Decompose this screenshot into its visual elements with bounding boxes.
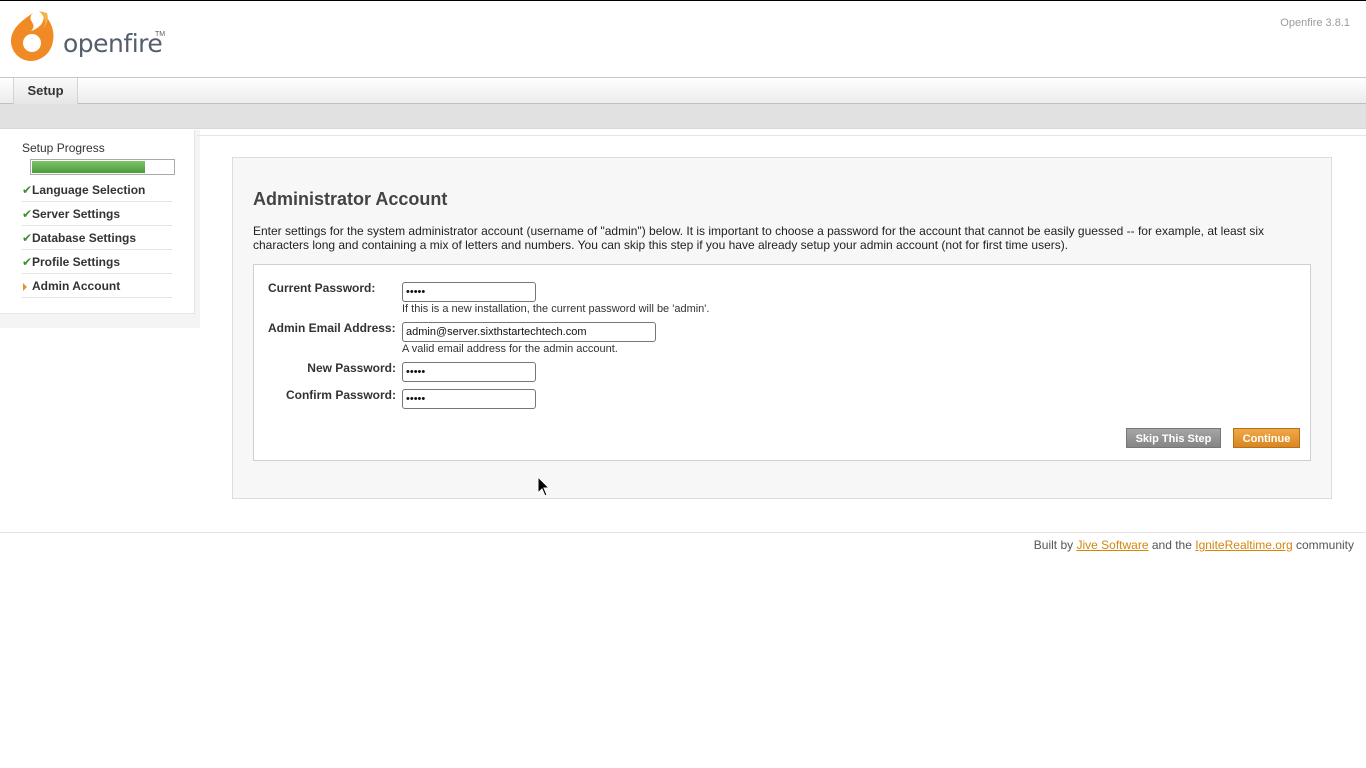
admin-email-label: Admin Email Address: — [268, 321, 396, 335]
logo-trademark: TM — [155, 31, 166, 38]
openfire-logo[interactable]: openfire TM — [9, 9, 169, 63]
checkmark-icon: ✔ — [22, 255, 33, 269]
flame-icon — [11, 11, 54, 61]
checkmark-icon: ✔ — [22, 231, 33, 245]
page-description: Enter settings for the system administra… — [253, 224, 1265, 252]
logo-text: openfire — [63, 29, 163, 58]
footer-suffix: community — [1295, 538, 1354, 552]
sidebar-item-admin-account[interactable]: Admin Account — [22, 274, 172, 298]
current-password-input[interactable] — [402, 282, 536, 302]
footer: Built by Jive Software and the IgniteRea… — [1034, 538, 1354, 552]
sidebar-item-database-settings[interactable]: ✔ Database Settings — [22, 226, 172, 250]
footer-prefix: Built by — [1033, 538, 1074, 552]
admin-account-panel: Administrator Account Enter settings for… — [232, 157, 1332, 499]
progress-fill — [32, 161, 145, 173]
current-step-marker — [22, 274, 32, 298]
continue-button[interactable]: Continue — [1233, 428, 1300, 448]
sidebar: Setup Progress ✔ Language Selection ✔ Se… — [0, 130, 200, 328]
tab-bar: Setup — [0, 77, 1366, 104]
tab-setup[interactable]: Setup — [13, 78, 78, 104]
sidebar-item-label: Server Settings — [32, 207, 121, 221]
new-password-input[interactable] — [402, 362, 536, 382]
header: openfire TM Openfire 3.8.1 — [0, 1, 1366, 77]
content-divider — [197, 135, 1366, 136]
checkmark-icon: ✔ — [22, 183, 33, 197]
setup-progress-panel: Setup Progress ✔ Language Selection ✔ Se… — [0, 130, 195, 314]
admin-email-input[interactable] — [402, 322, 656, 342]
arrow-right-icon — [23, 283, 27, 291]
sidebar-item-language-selection[interactable]: ✔ Language Selection — [22, 178, 172, 202]
mouse-cursor-icon — [537, 476, 551, 497]
skip-step-button[interactable]: Skip This Step — [1126, 428, 1221, 448]
setup-progress-bar — [30, 159, 175, 175]
sidebar-item-label: Language Selection — [32, 183, 146, 197]
sidebar-item-profile-settings[interactable]: ✔ Profile Settings — [22, 250, 172, 274]
sidebar-item-label: Profile Settings — [32, 255, 121, 269]
sub-tab-bar — [0, 104, 1366, 129]
admin-account-form: Current Password: If this is a new insta… — [253, 264, 1311, 461]
admin-email-help: A valid email address for the admin acco… — [402, 343, 618, 355]
sidebar-item-label: Admin Account — [32, 279, 121, 293]
footer-divider — [0, 532, 1366, 533]
sidebar-item-server-settings[interactable]: ✔ Server Settings — [22, 202, 172, 226]
sidebar-item-label: Database Settings — [32, 231, 137, 245]
jive-software-link[interactable]: Jive Software — [1076, 538, 1148, 552]
page-title: Administrator Account — [253, 189, 448, 209]
current-password-help: If this is a new installation, the curre… — [402, 303, 710, 315]
footer-middle: and the — [1151, 538, 1192, 552]
checkmark-icon: ✔ — [22, 207, 33, 221]
confirm-password-label: Confirm Password: — [285, 388, 396, 402]
confirm-password-input[interactable] — [402, 389, 536, 409]
new-password-label: New Password: — [307, 361, 396, 375]
version-label: Openfire 3.8.1 — [1280, 17, 1350, 29]
igniterealtime-link[interactable]: IgniteRealtime.org — [1195, 538, 1292, 552]
setup-steps: ✔ Language Selection ✔ Server Settings ✔… — [22, 178, 172, 298]
current-password-label: Current Password: — [268, 281, 376, 295]
progress-label: Setup Progress — [22, 141, 105, 155]
